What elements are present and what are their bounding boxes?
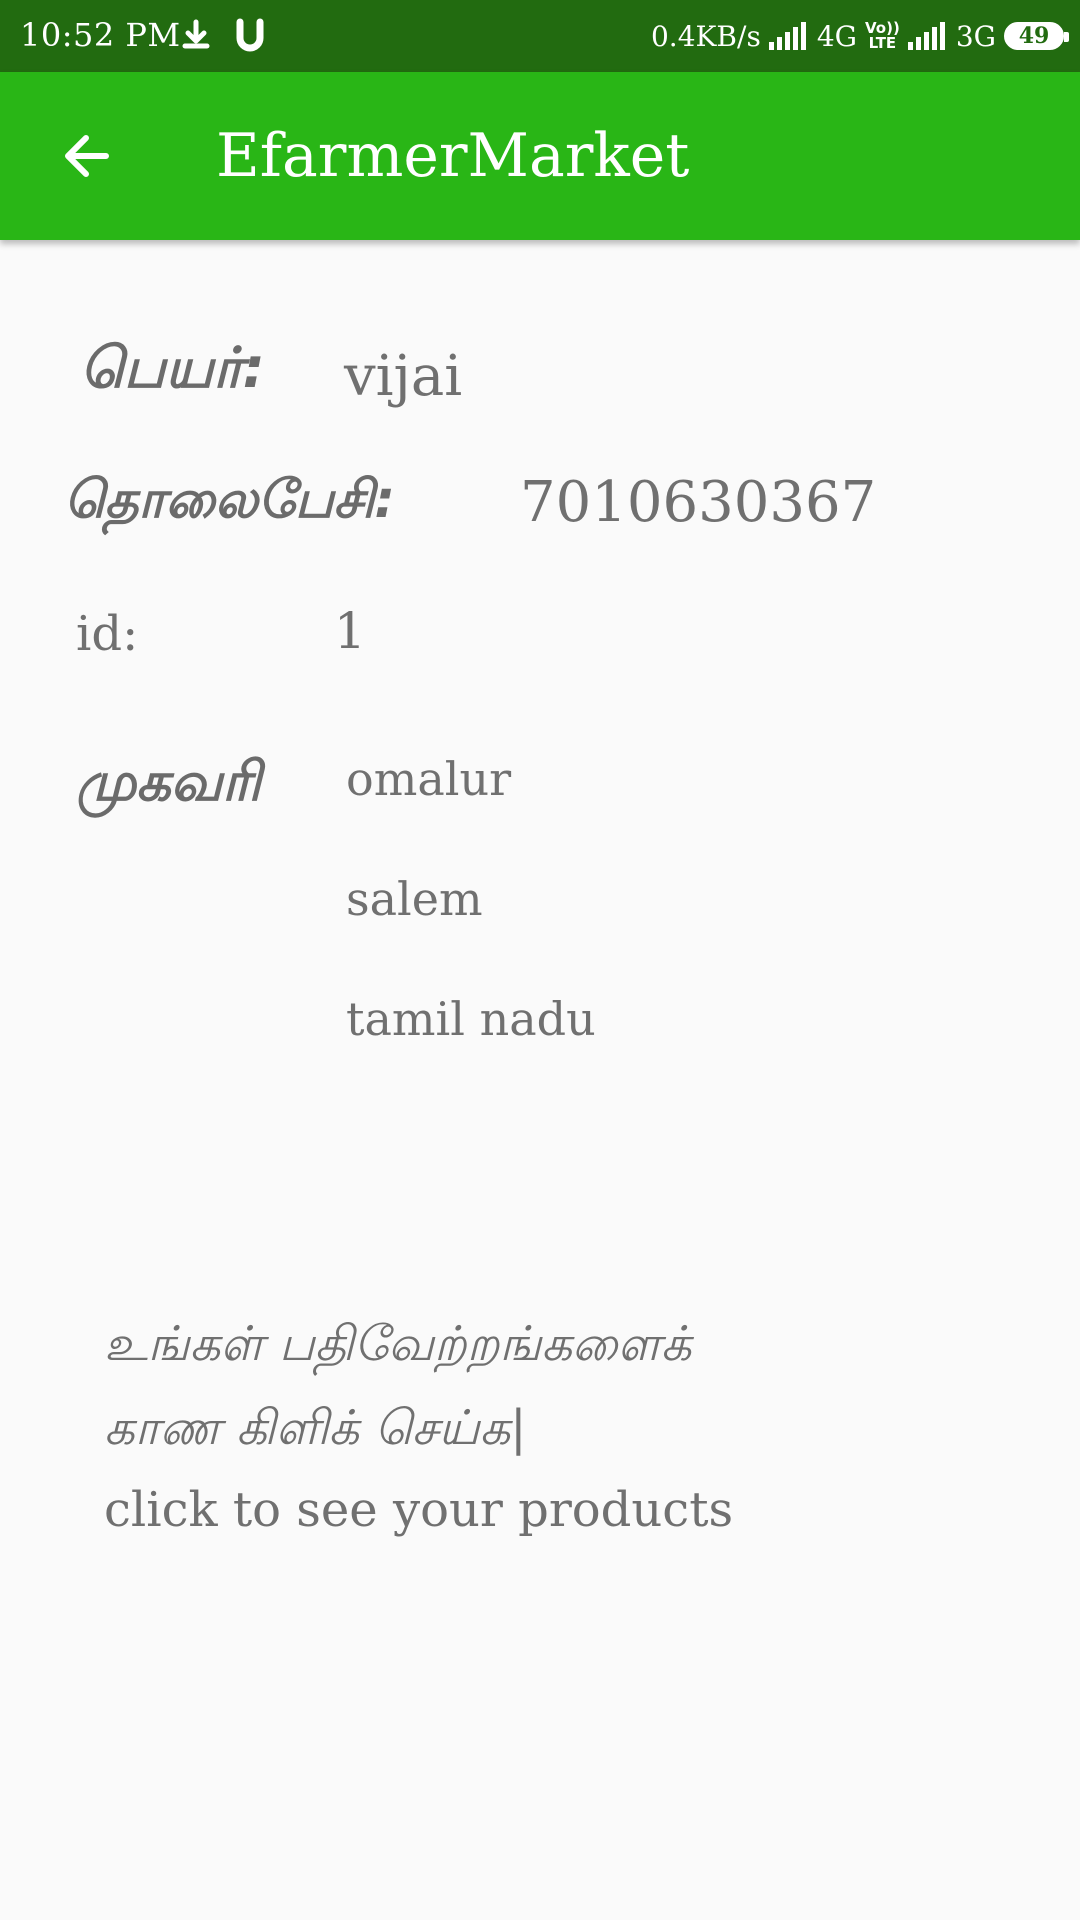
address-line-2: salem bbox=[346, 872, 483, 926]
see-products-link[interactable]: உங்கள் பதிவேற்றங்களைக் காண கிளிக் செய்க|… bbox=[104, 1302, 984, 1550]
signal-icon bbox=[768, 22, 806, 50]
products-tamil-line-1: உங்கள் பதிவேற்றங்களைக் bbox=[104, 1316, 692, 1372]
phone-value: 7010630367 bbox=[520, 470, 877, 535]
id-label: id: bbox=[76, 606, 139, 662]
download-icon bbox=[182, 19, 210, 49]
products-english-text: click to see your products bbox=[104, 1482, 734, 1538]
address-line-1: omalur bbox=[346, 752, 512, 806]
signal-icon-2 bbox=[907, 22, 945, 50]
u-app-icon bbox=[236, 18, 264, 52]
battery-level: 49 bbox=[1018, 23, 1050, 49]
status-right-group: 0.4KB/s 4G Vo)) LTE 3G 49 bbox=[650, 14, 1069, 58]
volte-icon: Vo)) LTE bbox=[865, 19, 900, 52]
address-label: முகவரி bbox=[76, 750, 262, 813]
network-speed: 0.4KB/s bbox=[650, 19, 761, 53]
battery-icon: 49 bbox=[1004, 22, 1069, 50]
status-bar: 10:52 PM 0.4KB/s 4G Vo)) LTE 3G 49 bbox=[0, 0, 1080, 72]
arrow-back-icon[interactable] bbox=[56, 124, 120, 188]
network-type-2: 3G bbox=[955, 19, 996, 53]
app-title: EfarmerMarket bbox=[216, 121, 690, 191]
name-value: vijai bbox=[344, 344, 463, 409]
products-tamil-line-2: காண கிளிக் செய்க| bbox=[104, 1400, 527, 1456]
name-label: பெயர்: bbox=[80, 336, 265, 401]
app-bar: EfarmerMarket bbox=[0, 72, 1080, 240]
status-time: 10:52 PM bbox=[20, 16, 181, 54]
network-type-1: 4G bbox=[816, 19, 857, 53]
phone-label: தொலைபேசி: bbox=[64, 470, 396, 530]
id-value: 1 bbox=[334, 602, 366, 660]
address-line-3: tamil nadu bbox=[346, 992, 596, 1046]
